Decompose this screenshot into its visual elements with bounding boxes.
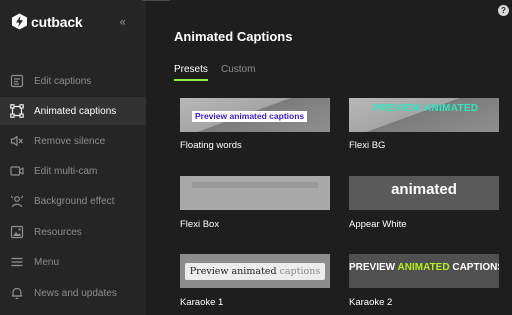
preview-caption: PREVIEW ANIMATED CAPTIONS — [349, 262, 499, 273]
sidebar-item-background-effect[interactable]: Background effect — [0, 187, 146, 215]
brand-name: cutback — [31, 13, 83, 30]
preview-box — [192, 182, 318, 188]
sidebar-item-edit-captions[interactable]: Edit captions — [0, 67, 146, 95]
preview-caption: Preview animated captions — [192, 111, 308, 122]
preset-name: Flexi Box — [180, 219, 220, 230]
preset-thumbnail[interactable]: Preview animated captions — [180, 98, 330, 132]
menu-icon — [11, 257, 23, 267]
sidebar-item-label: Edit captions — [34, 75, 92, 87]
collapse-sidebar-icon[interactable]: « — [119, 15, 126, 29]
sidebar-item-label: Background effect — [34, 195, 115, 207]
bell-icon — [11, 287, 23, 300]
brand-logo[interactable]: cutback — [11, 13, 83, 30]
preset-name: Flexi BG — [349, 140, 386, 151]
help-icon[interactable]: ? — [498, 5, 509, 16]
sidebar-item-menu[interactable]: Menu — [0, 248, 146, 276]
preview-word-highlight: ANIMATED — [397, 262, 450, 273]
preset-name: Floating words — [180, 140, 242, 151]
preview-caption-spoken: Preview animated — [189, 266, 280, 277]
preset-thumbnail[interactable]: PREVIEW ANIMATED — [349, 98, 499, 132]
preset-name: Karaoke 2 — [349, 297, 393, 308]
sidebar-item-label: Resources — [34, 226, 82, 238]
sidebar-item-resources[interactable]: Resources — [0, 218, 146, 246]
sidebar-item-label: Edit multi-cam — [34, 165, 98, 177]
preview-word: PREVIEW — [349, 262, 398, 273]
preset-thumbnail[interactable]: animated — [349, 176, 499, 210]
remove-silence-icon — [10, 135, 23, 147]
sidebar-item-remove-silence[interactable]: Remove silence — [0, 127, 146, 155]
resources-icon — [10, 225, 24, 239]
sidebar-item-animated-captions[interactable]: Animated captions — [0, 97, 146, 125]
sidebar: cutback « Edit captions Animated caption… — [0, 0, 146, 315]
preset-name: Karaoke 1 — [180, 297, 224, 308]
sidebar-item-news-and-updates[interactable]: News and updates — [0, 279, 146, 307]
preview-caption: PREVIEW ANIMATED — [373, 103, 479, 114]
animated-captions-icon — [10, 104, 24, 118]
preview-word: CAPTIONS — [449, 262, 499, 273]
preset-thumbnail[interactable]: Preview animated captions — [180, 254, 330, 288]
edit-captions-icon — [10, 74, 24, 88]
preset-thumbnail[interactable]: PREVIEW ANIMATED CAPTIONS — [349, 254, 499, 288]
sidebar-item-label: News and updates — [34, 287, 117, 299]
lightning-logo-icon — [12, 13, 27, 30]
tab-presets[interactable]: Presets — [174, 64, 208, 75]
multi-cam-icon — [10, 166, 24, 176]
preview-caption: Preview animated captions — [185, 263, 325, 280]
background-effect-icon — [10, 195, 24, 208]
sidebar-item-label: Menu — [34, 256, 60, 268]
active-tab-indicator — [174, 79, 208, 81]
sidebar-item-label: Animated captions — [34, 105, 117, 117]
preset-thumbnail[interactable] — [180, 176, 330, 210]
sidebar-item-edit-multi-cam[interactable]: Edit multi-cam — [0, 157, 146, 185]
preset-name: Appear White — [349, 219, 407, 230]
sidebar-item-label: Remove silence — [34, 135, 106, 147]
preview-caption: animated — [391, 181, 457, 198]
tab-custom[interactable]: Custom — [221, 64, 255, 75]
page-title: Animated Captions — [174, 29, 293, 44]
preview-caption-upcoming: captions — [279, 266, 321, 277]
top-divider — [142, 0, 170, 1]
